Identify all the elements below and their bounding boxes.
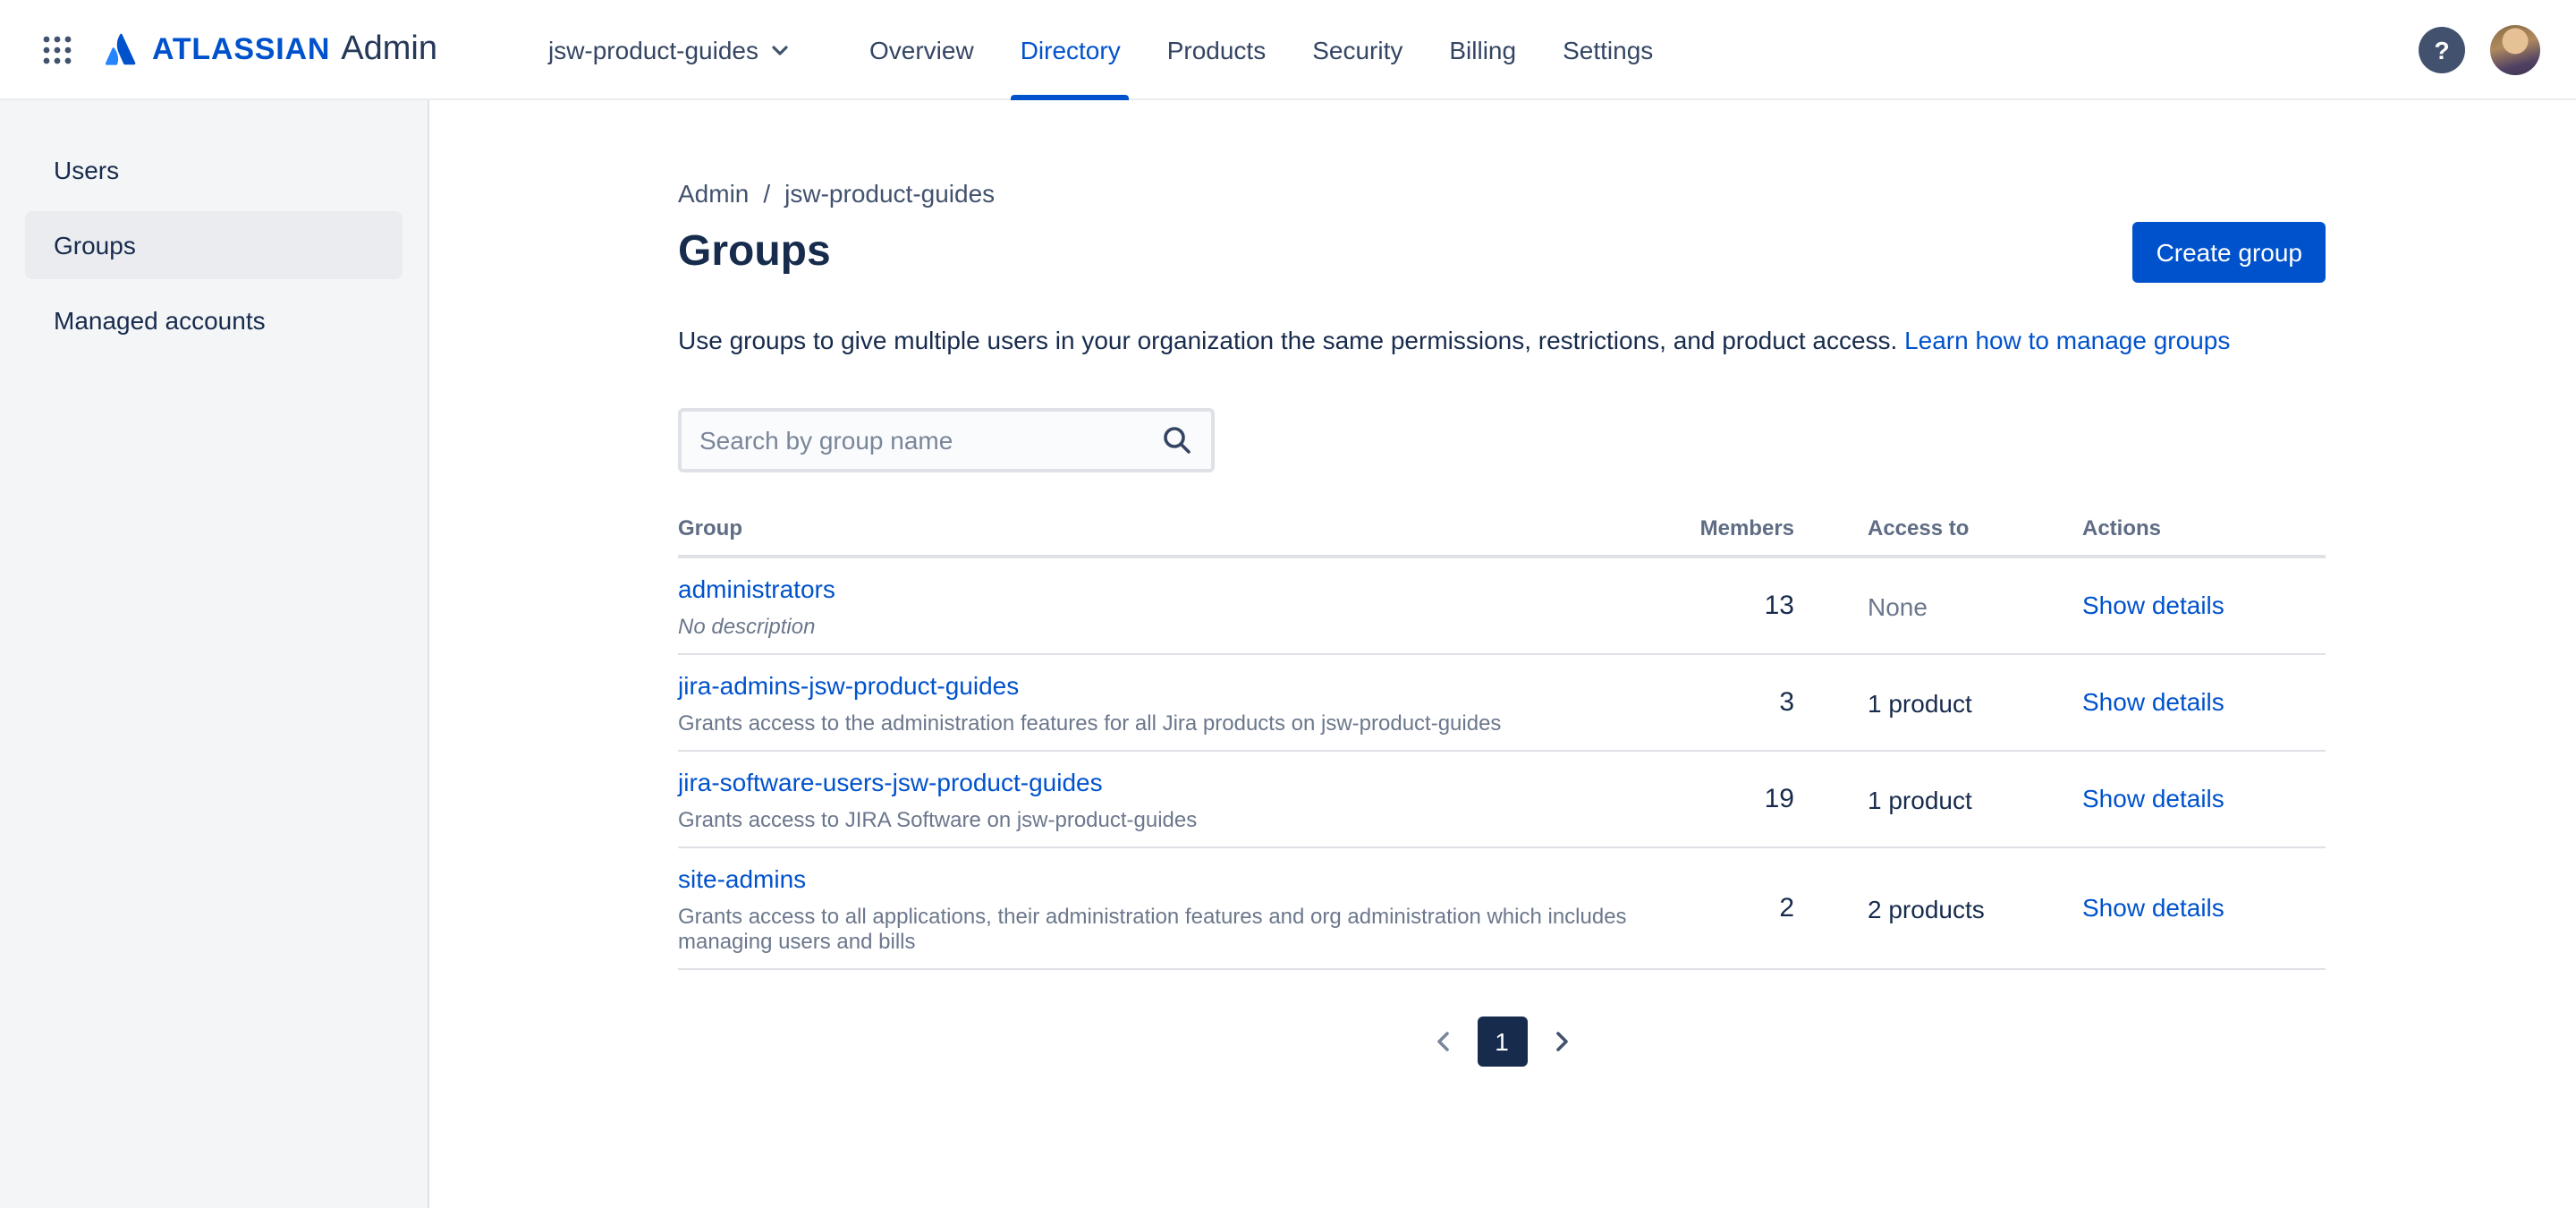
chevron-left-icon	[1428, 1027, 1457, 1056]
brand-wordmark: ATLASSIAN	[152, 31, 331, 65]
tab-security[interactable]: Security	[1310, 0, 1404, 99]
page-number-current[interactable]: 1	[1477, 1017, 1527, 1067]
app-viewport: ATLASSIAN Admin jsw-product-guides Overv…	[0, 0, 2576, 1208]
group-description: No description	[678, 614, 816, 639]
org-selector-label: jsw-product-guides	[547, 35, 758, 64]
app-switcher-button[interactable]	[36, 28, 79, 71]
column-header-group: Group	[678, 515, 742, 540]
chevron-right-icon	[1546, 1027, 1575, 1056]
members-count: 13	[1764, 591, 1794, 621]
access-to: 1 product	[1868, 785, 1972, 813]
table-header-row: Group Members Access to Actions	[678, 515, 2326, 558]
page-description-text: Use groups to give multiple users in you…	[678, 326, 1898, 354]
show-details-link[interactable]: Show details	[2082, 892, 2224, 921]
question-mark-icon: ?	[2434, 35, 2450, 64]
brand-product-name: Admin	[341, 30, 437, 67]
group-cell: jira-admins-jsw-product-guides Grants ac…	[678, 669, 1699, 736]
atlassian-admin-logo[interactable]: ATLASSIAN Admin	[100, 28, 437, 71]
group-name-link[interactable]: jira-admins-jsw-product-guides	[678, 669, 1699, 702]
group-search-field	[678, 408, 1215, 472]
table-row: site-admins Grants access to all applica…	[678, 848, 2326, 970]
group-name-link[interactable]: site-admins	[678, 863, 1699, 895]
show-details-link[interactable]: Show details	[2082, 686, 2224, 715]
search-input[interactable]	[682, 426, 1161, 455]
user-avatar[interactable]	[2490, 24, 2540, 74]
tab-directory[interactable]: Directory	[1011, 0, 1130, 99]
page-description: Use groups to give multiple users in you…	[678, 322, 2326, 358]
sidebar-item-users[interactable]: Users	[25, 136, 402, 204]
members-count: 19	[1764, 784, 1794, 814]
table-row: jira-admins-jsw-product-guides Grants ac…	[678, 655, 2326, 752]
breadcrumb-separator: /	[763, 179, 771, 208]
breadcrumb-org[interactable]: jsw-product-guides	[784, 179, 995, 208]
breadcrumb: Admin / jsw-product-guides	[678, 179, 2326, 208]
table-row: jira-software-users-jsw-product-guides G…	[678, 752, 2326, 848]
tab-products[interactable]: Products	[1165, 0, 1268, 99]
access-to: None	[1868, 591, 1928, 620]
members-count: 2	[1779, 893, 1794, 923]
org-selector[interactable]: jsw-product-guides	[541, 24, 800, 74]
breadcrumb-admin[interactable]: Admin	[678, 179, 749, 208]
sidebar-item-groups[interactable]: Groups	[25, 211, 402, 279]
access-to: 2 products	[1868, 894, 1985, 923]
tab-settings[interactable]: Settings	[1561, 0, 1655, 99]
topbar: ATLASSIAN Admin jsw-product-guides Overv…	[0, 0, 2576, 100]
group-cell: jira-software-users-jsw-product-guides G…	[678, 766, 1699, 832]
show-details-link[interactable]: Show details	[2082, 783, 2224, 812]
group-name-link[interactable]: administrators	[678, 573, 1699, 605]
access-to: 1 product	[1868, 688, 1972, 717]
column-header-members: Members	[1699, 515, 1794, 540]
chevron-down-icon	[767, 37, 792, 62]
group-description: Grants access to all applications, their…	[678, 904, 1627, 954]
tab-billing[interactable]: Billing	[1447, 0, 1518, 99]
table-row: administrators No description 13 None Sh…	[678, 558, 2326, 655]
pagination: 1	[678, 1017, 2326, 1067]
group-cell: administrators No description	[678, 573, 1699, 639]
groups-table: Group Members Access to Actions administ…	[678, 515, 2326, 970]
app-grid-icon	[39, 31, 75, 67]
create-group-button[interactable]: Create group	[2132, 222, 2326, 283]
tab-overview[interactable]: Overview	[868, 0, 976, 99]
top-navigation: Overview Directory Products Security Bil…	[868, 0, 1698, 99]
sidebar: Users Groups Managed accounts	[0, 100, 429, 1208]
title-row: Groups Create group	[678, 222, 2326, 283]
page-title: Groups	[678, 227, 831, 276]
topbar-right: ?	[2419, 24, 2540, 74]
previous-page-button[interactable]	[1421, 1020, 1464, 1063]
column-header-access: Access to	[1868, 515, 1970, 540]
group-cell: site-admins Grants access to all applica…	[678, 863, 1699, 954]
members-count: 3	[1779, 687, 1794, 718]
next-page-button[interactable]	[1539, 1020, 1582, 1063]
atlassian-logo-icon	[100, 28, 143, 71]
group-description: Grants access to the administration feat…	[678, 710, 1502, 736]
sidebar-item-managed-accounts[interactable]: Managed accounts	[25, 286, 402, 354]
learn-how-link[interactable]: Learn how to manage groups	[1904, 326, 2230, 354]
help-button[interactable]: ?	[2419, 26, 2465, 72]
search-icon	[1161, 424, 1193, 456]
column-header-actions: Actions	[2082, 515, 2162, 540]
group-name-link[interactable]: jira-software-users-jsw-product-guides	[678, 766, 1699, 798]
group-description: Grants access to JIRA Software on jsw-pr…	[678, 807, 1198, 832]
main-content: Admin / jsw-product-guides Groups Create…	[429, 100, 2576, 1208]
show-details-link[interactable]: Show details	[2082, 590, 2224, 618]
